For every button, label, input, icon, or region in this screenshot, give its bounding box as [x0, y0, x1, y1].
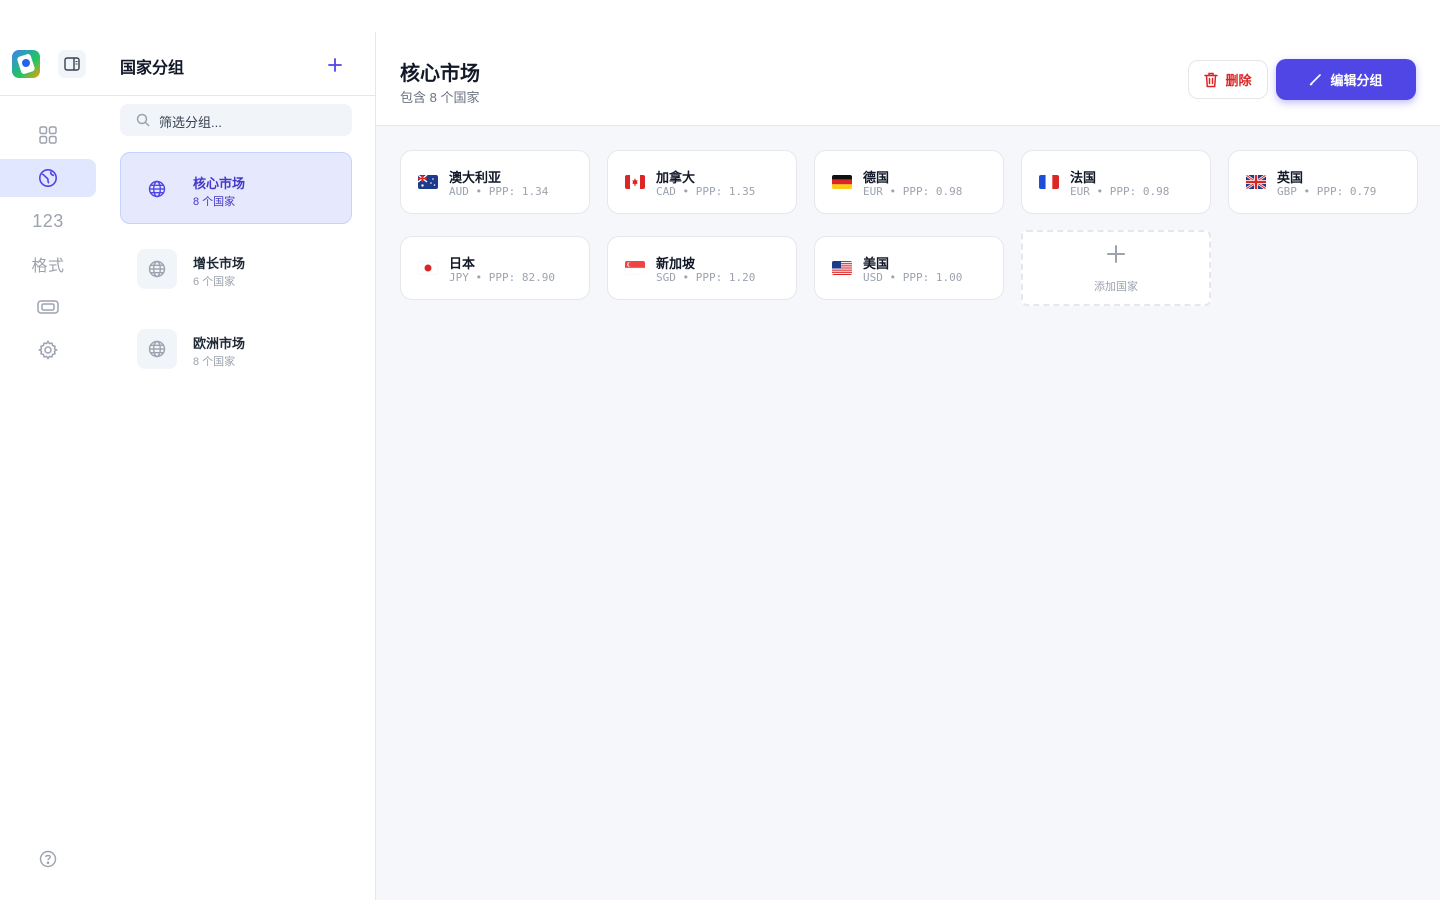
country-name: 德国: [863, 170, 890, 185]
group-item-europe[interactable]: 欧洲市场 8 个国家: [120, 312, 352, 384]
group-filter-input[interactable]: 筛选分组...: [120, 104, 352, 136]
country-card-ca[interactable]: 加拿大 CAD • PPP: 1.35: [607, 150, 797, 214]
globe-icon: [148, 260, 166, 278]
sidebar-toggle-button[interactable]: [58, 50, 86, 78]
country-meta: JPY • PPP: 82.90: [449, 271, 555, 284]
country-meta: SGD • PPP: 1.20: [656, 271, 756, 284]
rail-item-settings[interactable]: [0, 331, 96, 369]
main-content: 核心市场 包含 8 个国家 删除 编辑分组 澳大利亚 AUD • PPP: 1.…: [376, 32, 1440, 900]
groups-title: 国家分组: [120, 60, 185, 77]
country-meta: EUR • PPP: 0.98: [863, 185, 963, 198]
group-item-growth[interactable]: 增长市场 6 个国家: [120, 232, 352, 304]
help-button[interactable]: [38, 849, 58, 869]
group-name: 增长市场: [193, 256, 246, 271]
country-name: 英国: [1277, 170, 1304, 185]
country-name: 日本: [449, 256, 476, 271]
flag-usa-icon: [832, 261, 852, 275]
group-globe-icon-wrap: [137, 169, 177, 209]
country-card-us[interactable]: 美国 USD • PPP: 1.00: [814, 236, 1004, 300]
rail-item-numbers[interactable]: 123: [0, 202, 96, 240]
flag-uk-icon: [1246, 175, 1266, 189]
country-meta: CAD • PPP: 1.35: [656, 185, 756, 198]
rail-header: [0, 32, 96, 96]
main-header: 核心市场 包含 8 个国家 删除 编辑分组: [376, 32, 1440, 126]
gear-icon: [38, 340, 58, 360]
plus-icon: [328, 58, 342, 72]
group-count: 8 个国家: [193, 356, 236, 368]
page-subtitle: 包含 8 个国家: [400, 90, 480, 105]
edit-group-button[interactable]: 编辑分组: [1276, 59, 1416, 100]
help-circle-icon: [39, 850, 57, 868]
edit-group-button-label: 编辑分组: [1330, 73, 1383, 88]
group-count: 6 个国家: [193, 276, 236, 288]
search-icon: [136, 113, 150, 127]
country-card-fr[interactable]: 法国 EUR • PPP: 0.98: [1021, 150, 1211, 214]
country-grid: 澳大利亚 AUD • PPP: 1.34 加拿大 CAD • PPP: 1.35…: [400, 150, 1418, 306]
country-card-sg[interactable]: 新加坡 SGD • PPP: 1.20: [607, 236, 797, 300]
group-filter-placeholder: 筛选分组...: [159, 115, 222, 130]
flag-canada-icon: [625, 175, 645, 189]
group-globe-icon-wrap: [137, 329, 177, 369]
rail-item-formats-label: 格式: [31, 258, 65, 275]
delete-button[interactable]: 删除: [1188, 60, 1268, 99]
group-name: 欧洲市场: [193, 336, 246, 351]
add-country-label: 添加国家: [1094, 281, 1138, 293]
pencil-icon: [1310, 74, 1322, 86]
groups-header: 国家分组: [96, 32, 375, 96]
flag-japan-icon: [418, 261, 438, 275]
trash-icon: [1204, 72, 1219, 87]
country-meta: USD • PPP: 1.00: [863, 271, 963, 284]
rail-item-currency[interactable]: [0, 288, 96, 326]
globe-icon: [148, 180, 166, 198]
add-country-button[interactable]: 添加国家: [1021, 230, 1211, 306]
country-meta: EUR • PPP: 0.98: [1070, 185, 1170, 198]
country-meta: GBP • PPP: 0.79: [1277, 185, 1377, 198]
sidebar-icon: [64, 57, 80, 71]
icon-rail: 123 格式: [0, 0, 96, 900]
group-list: 核心市场 8 个国家 增长市场 6 个国家 欧洲市场 8 个国家: [120, 152, 352, 392]
group-count: 8 个国家: [193, 196, 236, 208]
country-name: 澳大利亚: [449, 170, 502, 185]
rail-item-country-groups[interactable]: [0, 159, 96, 197]
group-name: 核心市场: [193, 176, 246, 191]
add-group-button[interactable]: [324, 54, 346, 76]
plus-icon: [1023, 244, 1209, 268]
flag-germany-icon: [832, 175, 852, 189]
rail-nav: 123 格式: [0, 116, 96, 374]
grid-icon: [39, 126, 57, 144]
group-globe-icon-wrap: [137, 249, 177, 289]
rail-item-numbers-label: 123: [32, 210, 64, 231]
country-name: 加拿大: [656, 170, 696, 185]
country-card-gb[interactable]: 英国 GBP • PPP: 0.79: [1228, 150, 1418, 214]
country-name: 新加坡: [656, 256, 696, 271]
delete-button-label: 删除: [1225, 73, 1252, 88]
flag-australia-icon: [418, 175, 438, 189]
banknote-icon: [37, 300, 59, 314]
page-title: 核心市场: [400, 63, 480, 85]
country-meta: AUD • PPP: 1.34: [449, 185, 549, 198]
country-card-de[interactable]: 德国 EUR • PPP: 0.98: [814, 150, 1004, 214]
flag-france-icon: [1039, 175, 1059, 189]
groups-panel: 国家分组 筛选分组... 核心市场 8 个国家 增长市场 6 个国家 欧洲市场 …: [96, 32, 376, 900]
app-logo: [12, 50, 40, 78]
rail-item-formats[interactable]: 格式: [0, 245, 96, 283]
country-name: 美国: [863, 256, 890, 271]
country-card-jp[interactable]: 日本 JPY • PPP: 82.90: [400, 236, 590, 300]
country-name: 法国: [1070, 170, 1097, 185]
globe-icon: [148, 340, 166, 358]
globe-icon: [39, 169, 57, 187]
rail-item-dashboard[interactable]: [0, 116, 96, 154]
group-item-core[interactable]: 核心市场 8 个国家: [120, 152, 352, 224]
flag-singapore-icon: [625, 261, 645, 275]
country-card-au[interactable]: 澳大利亚 AUD • PPP: 1.34: [400, 150, 590, 214]
